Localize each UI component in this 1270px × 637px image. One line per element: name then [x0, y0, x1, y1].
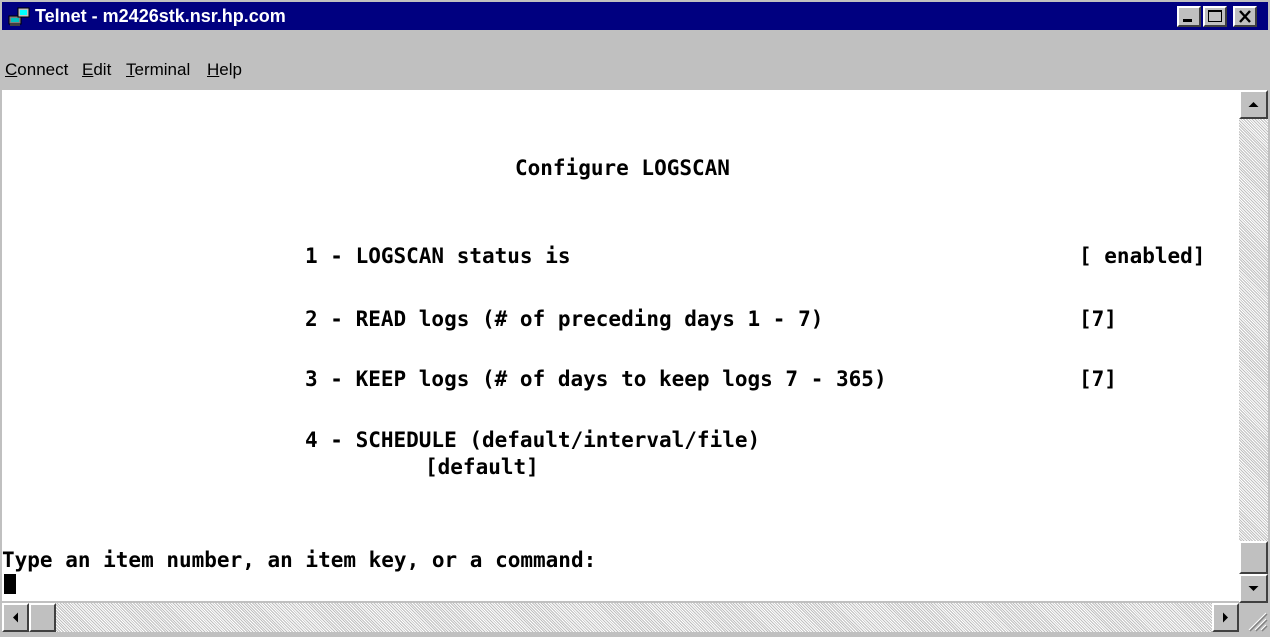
- menu-connect[interactable]: Connect: [5, 60, 68, 80]
- item-3-value: [7]: [1079, 367, 1117, 391]
- text-cursor: [4, 574, 16, 594]
- menu-edit-mnemonic: E: [82, 60, 94, 79]
- item-2-value: [7]: [1079, 307, 1117, 331]
- menu-edit[interactable]: Edit: [82, 60, 111, 80]
- menu-edit-label: dit: [93, 60, 112, 79]
- scroll-thumb[interactable]: [1239, 541, 1268, 574]
- menu-help[interactable]: Help: [207, 60, 242, 80]
- maximize-icon: [1208, 10, 1222, 22]
- menu-connect-mnemonic: C: [5, 60, 18, 79]
- item-3-text: 3 - KEEP logs (# of days to keep logs 7 …: [305, 367, 887, 391]
- arrow-right-icon: [1223, 612, 1228, 623]
- maximize-button[interactable]: [1203, 6, 1227, 27]
- terminal-screen[interactable]: Configure LOGSCAN 1 - LOGSCAN status is …: [2, 90, 1239, 601]
- horizontal-scroll-thumb[interactable]: [29, 603, 56, 632]
- scroll-up-button[interactable]: [1239, 90, 1268, 119]
- menu-help-label: elp: [219, 60, 242, 79]
- item-2-text: 2 - READ logs (# of preceding days 1 - 7…: [305, 307, 824, 331]
- telnet-computer-icon[interactable]: [8, 6, 30, 26]
- item-1-value: [ enabled]: [1079, 244, 1206, 268]
- window-title: Telnet - m2426stk.nsr.hp.com: [35, 6, 286, 26]
- menu-bar: Connect Edit Terminal Help: [2, 54, 1268, 88]
- arrow-down-icon: [1248, 586, 1259, 591]
- command-prompt: Type an item number, an item key, or a c…: [2, 548, 597, 572]
- telnet-window: Telnet - m2426stk.nsr.hp.com Connect Edi…: [0, 0, 1270, 637]
- menu-terminal-label: erminal: [134, 60, 191, 79]
- screen-heading: Configure LOGSCAN: [515, 156, 730, 180]
- minimize-button[interactable]: [1177, 6, 1201, 27]
- item-1-text: 1 - LOGSCAN status is: [305, 244, 571, 268]
- title-bar[interactable]: Telnet - m2426stk.nsr.hp.com: [2, 2, 1268, 30]
- arrow-left-icon: [13, 612, 18, 623]
- scroll-right-button[interactable]: [1212, 603, 1239, 632]
- close-button[interactable]: [1233, 6, 1257, 27]
- arrow-up-icon: [1248, 102, 1259, 107]
- vertical-scrollbar[interactable]: [1239, 90, 1268, 603]
- menu-connect-label: onnect: [17, 60, 69, 79]
- menu-help-mnemonic: H: [207, 60, 220, 79]
- item-4-text: 4 - SCHEDULE (default/interval/file): [305, 428, 761, 452]
- resize-grip-icon: [1248, 612, 1268, 632]
- menu-terminal-mnemonic: T: [126, 60, 135, 79]
- close-icon: [1239, 10, 1251, 23]
- menu-terminal[interactable]: Terminal: [126, 60, 190, 80]
- resize-grip[interactable]: [1239, 603, 1268, 632]
- scroll-down-button[interactable]: [1239, 574, 1268, 603]
- minimize-icon: [1183, 19, 1192, 22]
- item-4-value: [default]: [425, 455, 539, 479]
- scroll-left-button[interactable]: [2, 603, 29, 632]
- horizontal-scrollbar[interactable]: [2, 603, 1239, 632]
